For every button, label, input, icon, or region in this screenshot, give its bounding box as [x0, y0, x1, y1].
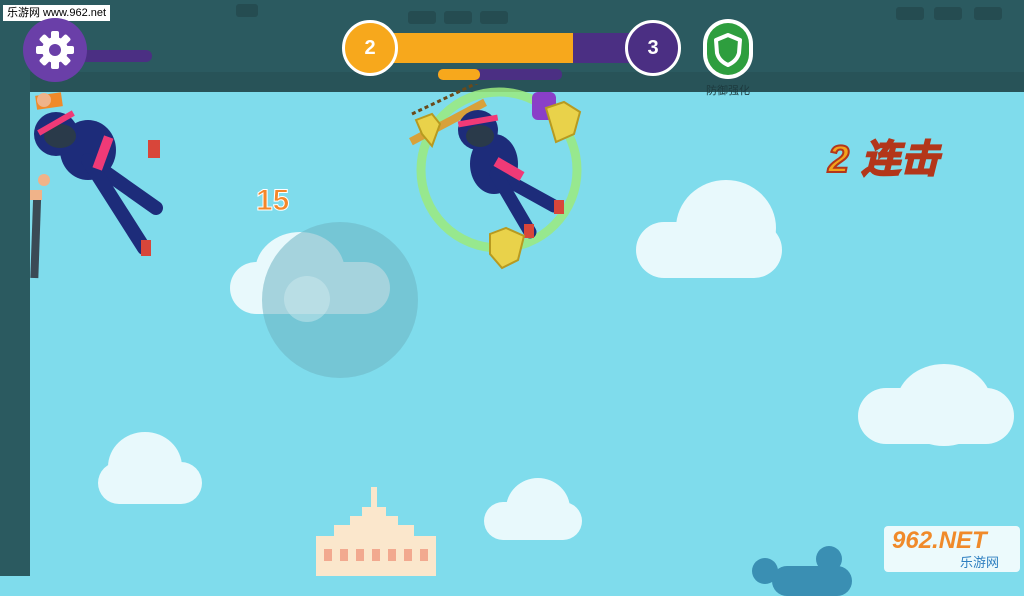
wall-brick	[444, 11, 472, 24]
wall-brick	[480, 11, 508, 24]
joystick-knob[interactable]	[284, 276, 330, 322]
defense-boost-inner	[707, 23, 749, 75]
watermark-logo-line1: 962.NET	[892, 527, 987, 554]
settings-button[interactable]	[23, 18, 87, 82]
shield-icon	[714, 33, 742, 67]
watermark-logo-line2: 乐游网	[960, 555, 1000, 570]
player-ninja	[409, 84, 582, 270]
bottom-decoration	[752, 546, 872, 596]
level-progress-fill	[386, 33, 574, 63]
combo-text: 2 连击	[827, 138, 940, 182]
settings-bar	[80, 50, 152, 62]
next-level-badge: 3	[625, 20, 681, 76]
wall-brick	[896, 7, 924, 20]
current-level-badge: 2	[342, 20, 398, 76]
hit-score: 15	[255, 184, 290, 218]
defense-boost-label: 防御强化	[706, 85, 750, 97]
wall-brick	[408, 11, 436, 24]
wall-brick	[934, 7, 962, 20]
wall-brick	[236, 4, 258, 17]
sub-progress-fill	[438, 69, 481, 80]
watermark-logo: 962.NET 乐游网	[884, 526, 1020, 572]
enemy-ninja	[30, 92, 163, 279]
building	[316, 487, 436, 576]
wall-brick	[974, 7, 1002, 20]
gear-icon	[36, 31, 74, 69]
